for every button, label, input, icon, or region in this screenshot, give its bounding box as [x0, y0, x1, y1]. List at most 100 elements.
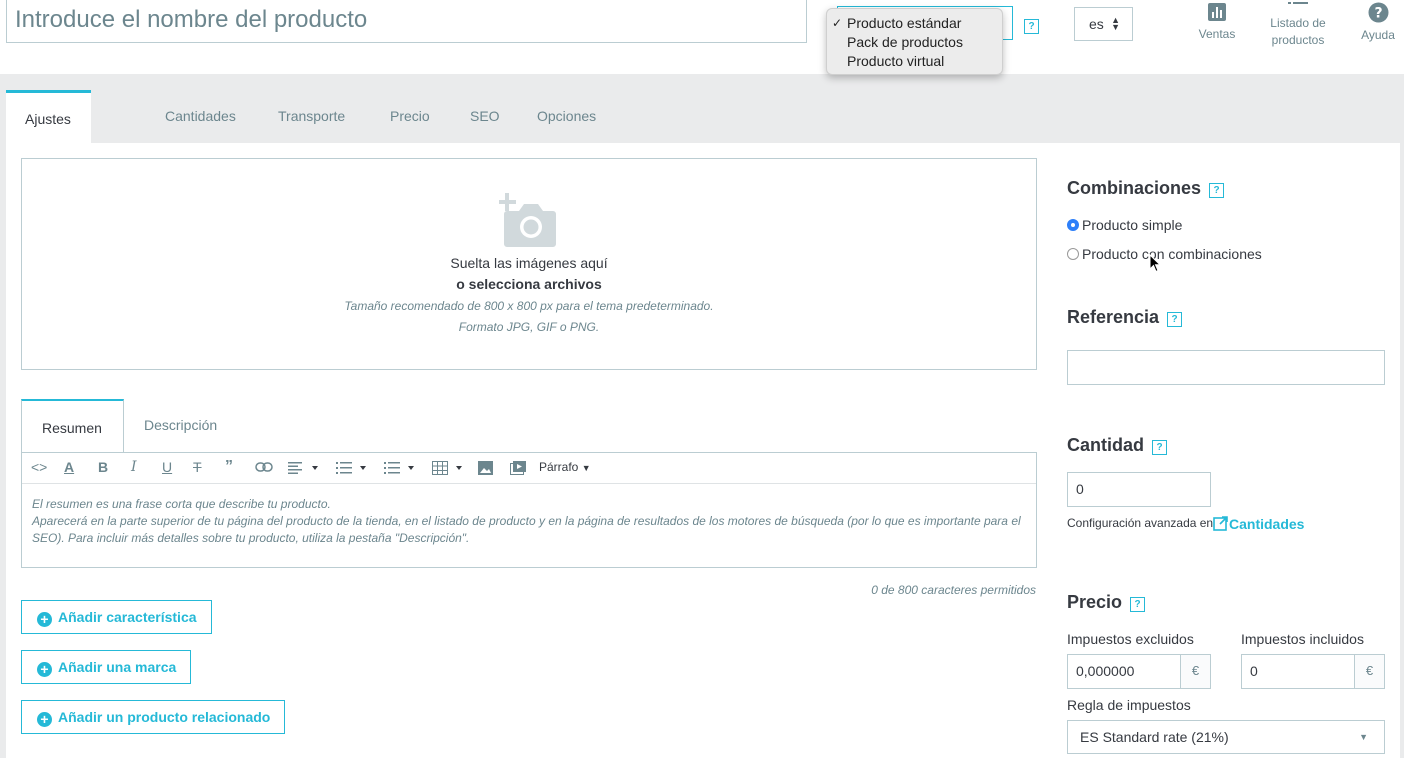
paragraph-format-select[interactable]: Párrafo ▼ — [539, 459, 591, 476]
tab-description[interactable]: Descripción — [124, 399, 237, 453]
quantities-link-text: Cantidades — [1229, 516, 1305, 532]
tax-rule-label: Regla de impuestos — [1067, 697, 1191, 713]
product-list-button[interactable]: Listado de productos — [1262, 0, 1334, 49]
add-brand-label: Añadir una marca — [58, 659, 177, 675]
dropzone-size-hint: Tamaño recomendado de 800 x 800 px para … — [344, 299, 714, 313]
align-icon[interactable] — [288, 462, 318, 474]
dropzone-format-hint: Formato JPG, GIF o PNG. — [458, 320, 600, 334]
link-icon[interactable] — [255, 461, 273, 473]
svg-text:?: ? — [1374, 6, 1382, 22]
option-label: Producto virtual — [847, 53, 945, 69]
combinations-help-icon[interactable]: ? — [1209, 183, 1225, 198]
simple-product-label: Producto simple — [1082, 217, 1183, 233]
character-counter: 0 de 800 caracteres permitidos — [871, 583, 1036, 597]
price-excl-value: 0,000000 — [1076, 663, 1135, 679]
bar-chart-icon — [1208, 3, 1226, 21]
image-dropzone[interactable]: Suelta las imágenes aquí o selecciona ar… — [21, 158, 1037, 370]
tax-excluded-label: Impuestos excluidos — [1067, 631, 1194, 647]
option-label: Pack de productos — [847, 34, 963, 50]
blockquote-icon[interactable]: ” — [225, 459, 233, 475]
radio-unselected-icon — [1067, 248, 1079, 260]
help-label: Ayuda — [1361, 28, 1395, 42]
quantity-title-text: Cantidad — [1067, 435, 1145, 455]
plus-circle-icon: + — [37, 612, 52, 627]
top-bar: Introduce el nombre del producto ? es ▲ ▼… — [0, 0, 1404, 74]
add-photo-icon — [499, 193, 556, 247]
source-code-icon[interactable]: <> — [31, 459, 47, 475]
product-name-input[interactable]: Introduce el nombre del producto — [6, 0, 807, 43]
radio-selected-icon — [1067, 219, 1079, 231]
tab-options[interactable]: Opciones — [518, 90, 615, 143]
option-virtual-product[interactable]: Producto virtual — [827, 52, 1002, 71]
tax-rule-value: ES Standard rate (21%) — [1080, 729, 1229, 745]
list-icon — [1288, 2, 1308, 4]
tab-shipping[interactable]: Transporte — [259, 90, 364, 143]
price-tax-included-input[interactable]: 0 € — [1241, 654, 1385, 689]
tax-rule-select[interactable]: ES Standard rate (21%) ▼ — [1067, 720, 1385, 754]
language-select[interactable]: es ▲ ▼ — [1074, 7, 1133, 41]
summary-editor[interactable]: <> A B I U T ” Párrafo ▼ El resumen es u… — [21, 452, 1037, 568]
paragraph-format-label: Párrafo — [539, 460, 579, 474]
advanced-config-text: Configuración avanzada en — [1067, 516, 1214, 530]
sales-label: Ventas — [1198, 27, 1236, 41]
price-help-icon[interactable]: ? — [1130, 597, 1146, 612]
checkmark-icon: ✓ — [832, 16, 843, 30]
summary-placeholder: El resumen es una frase corta que descri… — [32, 496, 1026, 547]
product-type-dropdown: ✓ Producto estándar Pack de productos Pr… — [826, 8, 1003, 75]
price-tax-excluded-input[interactable]: 0,000000 € — [1067, 654, 1211, 689]
editor-tabs: Resumen Descripción — [21, 399, 1037, 453]
option-label: Producto estándar — [847, 15, 962, 31]
option-standard-product[interactable]: ✓ Producto estándar — [827, 14, 1002, 33]
caret-down-icon: ▼ — [1359, 732, 1368, 742]
quantity-help-icon[interactable]: ? — [1152, 440, 1168, 455]
tab-basic-settings[interactable]: Ajustes básicos — [6, 90, 92, 179]
currency-addon: € — [1354, 655, 1384, 688]
quantities-link[interactable]: Cantidades — [1213, 516, 1304, 532]
tab-summary[interactable]: Resumen — [21, 399, 124, 453]
summary-placeholder-line1: El resumen es una frase corta que descri… — [32, 497, 331, 511]
tax-included-label: Impuestos incluidos — [1241, 631, 1364, 647]
mouse-cursor-icon — [1149, 254, 1161, 273]
price-title: Precio? — [1067, 592, 1146, 613]
price-incl-value: 0 — [1250, 663, 1258, 679]
summary-placeholder-line2: Aparecerá en la parte superior de tu pág… — [32, 514, 1021, 545]
help-button[interactable]: ? Ayuda — [1356, 2, 1400, 44]
quantity-input[interactable]: 0 — [1067, 472, 1211, 507]
text-color-icon[interactable]: A — [64, 459, 74, 475]
combinations-title-text: Combinaciones — [1067, 178, 1202, 198]
price-title-text: Precio — [1067, 592, 1123, 612]
quantity-title: Cantidad? — [1067, 435, 1168, 456]
with-combinations-label: Producto con combinaciones — [1082, 246, 1262, 262]
table-icon[interactable] — [432, 461, 464, 475]
radio-simple-product[interactable]: Producto simple — [1067, 217, 1182, 233]
underline-icon[interactable]: U — [162, 459, 172, 475]
tab-quantities[interactable]: Cantidades — [146, 90, 255, 143]
radio-product-with-combinations[interactable]: Producto con combinaciones — [1067, 246, 1262, 262]
numbered-list-icon[interactable] — [384, 462, 414, 474]
tab-price[interactable]: Precio — [371, 90, 449, 143]
sales-button[interactable]: Ventas — [1193, 2, 1241, 43]
currency-addon: € — [1180, 655, 1210, 688]
help-circle-icon: ? — [1368, 2, 1388, 23]
reference-help-icon[interactable]: ? — [1167, 312, 1183, 327]
media-icon[interactable] — [510, 461, 526, 475]
external-link-icon — [1213, 516, 1228, 531]
combinations-title: Combinaciones? — [1067, 178, 1225, 199]
strikethrough-icon[interactable]: T — [193, 459, 202, 475]
image-icon[interactable] — [478, 461, 493, 475]
add-brand-button[interactable]: + Añadir una marca — [21, 650, 192, 684]
bullet-list-icon[interactable] — [336, 462, 366, 474]
product-type-help-icon[interactable]: ? — [1024, 19, 1039, 34]
option-product-pack[interactable]: Pack de productos — [827, 33, 1002, 52]
italic-icon[interactable]: I — [131, 459, 137, 475]
add-feature-button[interactable]: + Añadir característica — [21, 600, 212, 634]
select-files-link[interactable]: o selecciona archivos — [22, 276, 1036, 292]
bold-icon[interactable]: B — [98, 459, 108, 475]
tab-seo[interactable]: SEO — [451, 90, 519, 143]
reference-title: Referencia? — [1067, 307, 1183, 328]
editor-toolbar: <> A B I U T ” Párrafo ▼ — [22, 453, 1036, 484]
add-related-product-button[interactable]: + Añadir un producto relacionado — [21, 700, 286, 734]
reference-input[interactable] — [1067, 350, 1385, 385]
dropzone-title: Suelta las imágenes aquí — [450, 255, 608, 271]
language-value: es — [1089, 16, 1104, 32]
